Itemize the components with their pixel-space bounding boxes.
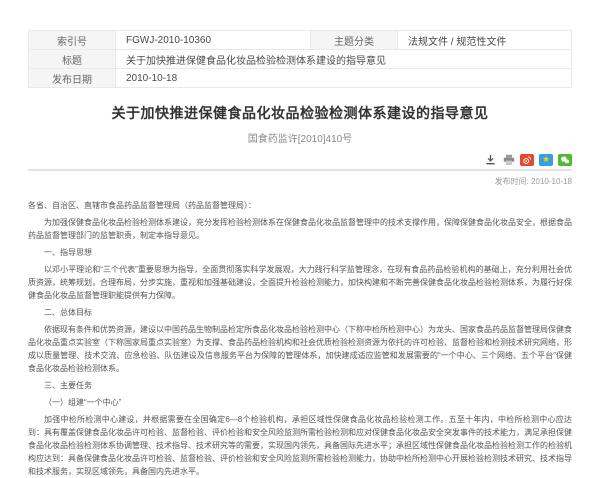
section-3-heading: 三、主要任务 xyxy=(28,379,572,392)
meta-row-1: 索引号 FGWJ-2010-10360 主题分类 法规文件 / 规范性文件 xyxy=(29,31,572,50)
meta-row-3: 发布日期 2010-10-18 xyxy=(29,69,572,88)
section-1-paragraph: 以邓小平理论和“三个代表”重要思想为指导，全面贯彻落实科学发展观，大力践行科学监… xyxy=(28,263,572,302)
publish-time: 发布时间: 2010-10-18 xyxy=(28,176,572,187)
meta-value-title: 关于加快推进保健食品化妆品检验检测体系建设的指导意见 xyxy=(116,50,572,69)
section-3-paragraph: 加强中检所检测中心建设，并根据需要在全国确定6—8个检验机构，承担区域性保健食品… xyxy=(28,413,572,478)
meta-label-date: 发布日期 xyxy=(29,69,116,88)
wechat-share-icon[interactable] xyxy=(558,154,572,166)
qzone-share-icon[interactable]: ★ xyxy=(539,154,553,166)
print-icon[interactable] xyxy=(502,154,515,166)
article-body: 各省、自治区、直辖市食品药品监督管理局（药品监督管理局）： 为加强保健食品化妆品… xyxy=(28,199,572,478)
section-2-paragraph: 依据现有条件和优势资源，建设以中国药品生物制品检定所食品化妆品检验检测中心（下称… xyxy=(28,323,572,375)
meta-value-date: 2010-10-18 xyxy=(116,69,572,88)
meta-value-index: FGWJ-2010-10360 xyxy=(116,31,311,50)
publish-time-value: 2010-10-18 xyxy=(531,177,572,186)
meta-label-category: 主题分类 xyxy=(311,31,398,50)
page-title: 关于加快推进保健食品化妆品检验检测体系建设的指导意见 xyxy=(28,103,572,123)
download-icon[interactable] xyxy=(484,154,497,166)
section-2-heading: 二、总体目标 xyxy=(28,306,572,319)
document-number: 国食药监许[2010]410号 xyxy=(28,130,572,145)
publish-time-label: 发布时间: xyxy=(495,177,529,186)
section-3-sub-heading: （一）组建“一个中心” xyxy=(28,396,572,409)
meta-label-index: 索引号 xyxy=(29,31,116,50)
meta-row-2: 标题 关于加快推进保健食品化妆品检验检测体系建设的指导意见 xyxy=(29,50,572,69)
meta-label-title: 标题 xyxy=(29,50,116,69)
meta-value-category: 法规文件 / 规范性文件 xyxy=(398,31,572,50)
star-glyph: ★ xyxy=(542,155,550,164)
metadata-table: 索引号 FGWJ-2010-10360 主题分类 法规文件 / 规范性文件 标题… xyxy=(28,30,572,88)
header-divider xyxy=(28,169,572,171)
intro-paragraph: 为加强保健食品化妆品检验检测体系建设，充分发挥检验检测体系在保健食品化妆品监督管… xyxy=(28,216,572,242)
section-1-heading: 一、指导思想 xyxy=(28,246,572,259)
weibo-share-icon[interactable] xyxy=(520,154,534,166)
salutation: 各省、自治区、直辖市食品药品监督管理局（药品监督管理局）： xyxy=(28,199,572,212)
document-page: 索引号 FGWJ-2010-10360 主题分类 法规文件 / 规范性文件 标题… xyxy=(28,0,572,478)
toolbar: ★ xyxy=(28,153,572,166)
